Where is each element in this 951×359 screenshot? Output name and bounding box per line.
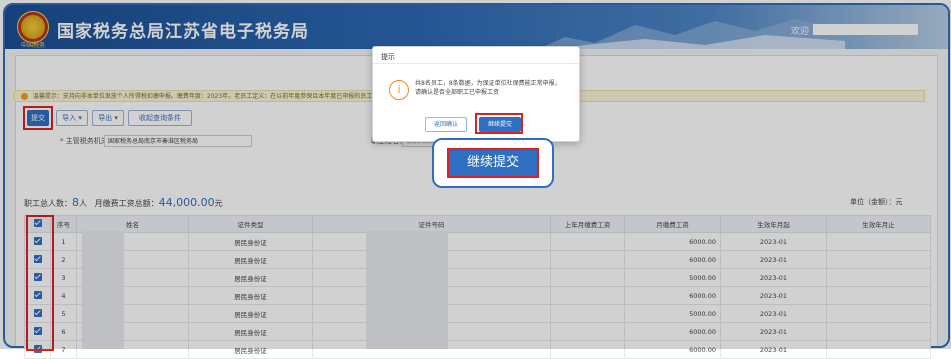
site-title: 国家税务总局江苏省电子税务局 — [57, 22, 309, 42]
table-row[interactable]: 7 居民身份证 6000.00 2023-01 — [24, 340, 931, 359]
table-header-row: 序号 姓名 证件类型 证件号码 上年月缴费工资 月缴费工资 生效年月起 生效年月… — [24, 215, 931, 233]
prev-wage-cell[interactable] — [550, 232, 625, 251]
table-row[interactable]: 3 居民身份证 5000.00 2023-01 — [24, 268, 931, 287]
start-month-cell[interactable]: 2023-01 — [720, 286, 827, 305]
prev-wage-cell[interactable] — [550, 286, 625, 305]
summary-bar: 职工总人数：8人 月缴费工资总额：44,000.00元 — [24, 196, 223, 209]
submit-highlight — [23, 106, 53, 130]
row-number: 3 — [50, 268, 77, 287]
end-month-cell[interactable] — [826, 340, 931, 359]
collapse-filters-button[interactable]: 收起查询条件 — [128, 110, 192, 126]
emblem-caption: 中国税务 — [20, 42, 45, 49]
start-month-cell[interactable]: 2023-01 — [720, 232, 827, 251]
start-month-cell[interactable]: 2023-01 — [720, 322, 827, 341]
total-label: 职工总人数： — [24, 199, 72, 208]
row-number: 6 — [50, 322, 77, 341]
wage-total-label: 月缴费工资总额： — [94, 199, 159, 208]
dialog-message: 共8名员工，8条数据，为保证单位社保费能正常申报，请确认是否全部职工已申报工资 — [415, 80, 561, 96]
prev-wage-cell[interactable] — [550, 304, 625, 323]
end-month-cell[interactable] — [826, 250, 931, 269]
start-month-cell[interactable]: 2023-01 — [720, 268, 827, 287]
back-confirm-button[interactable]: 返回确认 — [425, 117, 467, 132]
total-unit: 人 — [79, 199, 87, 208]
info-icon: i — [389, 80, 409, 100]
start-month-cell[interactable]: 2023-01 — [720, 304, 827, 323]
username-masked — [813, 24, 918, 35]
id-type-cell: 居民身份证 — [188, 340, 313, 359]
row-number: 2 — [50, 250, 77, 269]
table-row[interactable]: 1 居民身份证 6000.00 2023-01 — [24, 232, 931, 251]
row-number: 7 — [50, 340, 77, 359]
employee-table: 序号 姓名 证件类型 证件号码 上年月缴费工资 月缴费工资 生效年月起 生效年月… — [24, 215, 931, 359]
id-type-cell: 居民身份证 — [188, 322, 313, 341]
col-header: 生效年月止 — [826, 215, 931, 233]
col-header: 序号 — [50, 215, 77, 233]
welcome-label: 欢迎 — [791, 27, 810, 37]
wage-cell[interactable]: 6000.00 — [624, 286, 721, 305]
dialog-divider — [373, 63, 579, 64]
table-row[interactable]: 5 居民身份证 5000.00 2023-01 — [24, 304, 931, 323]
end-month-cell[interactable] — [826, 322, 931, 341]
end-month-cell[interactable] — [826, 268, 931, 287]
wage-cell[interactable]: 5000.00 — [624, 268, 721, 287]
wage-total-unit: 元 — [214, 199, 223, 208]
total-count: 8 — [72, 196, 79, 209]
col-header: 姓名 — [76, 215, 189, 233]
zoom-callout: 继续提交 — [432, 138, 554, 188]
import-dropdown[interactable]: 导入 ▾ — [56, 110, 88, 126]
start-month-cell[interactable]: 2023-01 — [720, 340, 827, 359]
confirm-dialog: 提示 i 共8名员工，8条数据，为保证单位社保费能正常申报，请确认是否全部职工已… — [372, 46, 580, 142]
row-number: 4 — [50, 286, 77, 305]
end-month-cell[interactable] — [826, 232, 931, 251]
id-type-cell: 居民身份证 — [188, 250, 313, 269]
continue-submit-zoomed-button[interactable]: 继续提交 — [447, 148, 539, 178]
start-month-cell[interactable]: 2023-01 — [720, 250, 827, 269]
amount-unit-note: 单位（金额）：元 — [850, 198, 903, 206]
table-row[interactable]: 2 居民身份证 6000.00 2023-01 — [24, 250, 931, 269]
site-header: 中国税务 国家税务总局江苏省电子税务局 欢迎 — [5, 5, 948, 49]
col-header: 证件号码 — [312, 215, 551, 233]
wage-cell[interactable]: 5000.00 — [624, 304, 721, 323]
prev-wage-cell[interactable] — [550, 250, 625, 269]
id-type-cell: 居民身份证 — [188, 268, 313, 287]
row-number: 1 — [50, 232, 77, 251]
export-dropdown[interactable]: 导出 ▾ — [92, 110, 124, 126]
id-type-cell: 居民身份证 — [188, 232, 313, 251]
wage-cell[interactable]: 6000.00 — [624, 250, 721, 269]
wage-cell[interactable]: 6000.00 — [624, 232, 721, 251]
prev-wage-cell[interactable] — [550, 322, 625, 341]
warning-icon — [21, 93, 28, 100]
tax-emblem-icon — [17, 11, 49, 43]
name-redaction — [82, 231, 124, 349]
id-type-cell: 居民身份证 — [188, 286, 313, 305]
checkbox-column-highlight — [26, 215, 54, 351]
col-header: 生效年月起 — [720, 215, 827, 233]
prev-wage-cell[interactable] — [550, 340, 625, 359]
continue-submit-highlight — [475, 113, 523, 134]
col-header: 证件类型 — [188, 215, 313, 233]
prev-wage-cell[interactable] — [550, 268, 625, 287]
col-header: 月缴费工资 — [624, 215, 721, 233]
end-month-cell[interactable] — [826, 304, 931, 323]
col-header: 上年月缴费工资 — [550, 215, 625, 233]
wage-cell[interactable]: 6000.00 — [624, 340, 721, 359]
dialog-title: 提示 — [381, 53, 395, 61]
wage-cell[interactable]: 6000.00 — [624, 322, 721, 341]
authority-select[interactable]: 国家税务总局南京市秦淮区税务局 — [104, 135, 252, 147]
import-label: 导入 — [62, 114, 77, 122]
row-number: 5 — [50, 304, 77, 323]
authority-value: 国家税务总局南京市秦淮区税务局 — [108, 138, 199, 145]
end-month-cell[interactable] — [826, 286, 931, 305]
table-row[interactable]: 6 居民身份证 6000.00 2023-01 — [24, 322, 931, 341]
id-number-redaction — [366, 231, 448, 349]
wage-total-value: 44,000.00 — [158, 196, 215, 209]
export-label: 导出 — [98, 114, 113, 122]
table-row[interactable]: 4 居民身份证 6000.00 2023-01 — [24, 286, 931, 305]
id-type-cell: 居民身份证 — [188, 304, 313, 323]
